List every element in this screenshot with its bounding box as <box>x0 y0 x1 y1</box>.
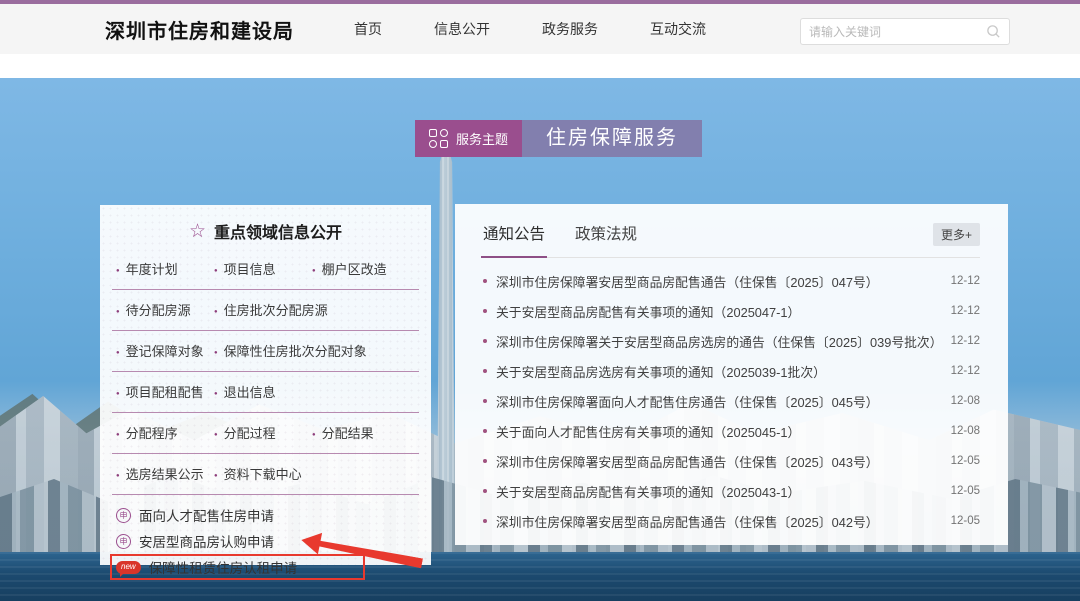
apply-link-talent-housing[interactable]: 申 面向人才配售住房申请 <box>112 502 278 528</box>
notice-row[interactable]: 深圳市住房保障署安居型商品房配售通告（住保售〔2025〕043号） 12-05 <box>483 446 980 476</box>
menu-item-link[interactable]: 分配过程 <box>214 423 302 442</box>
menu-row: 登记保障对象 保障性住房批次分配对象 <box>112 331 419 372</box>
notice-date: 12-05 <box>951 515 980 527</box>
search-input[interactable] <box>809 25 986 39</box>
nav-government-services[interactable]: 政务服务 <box>542 19 598 39</box>
apply-links: 申 面向人才配售住房申请 申 安居型商品房认购申请 new 保障性租赁住房认租申… <box>112 502 419 580</box>
notice-title[interactable]: 深圳市住房保障署安居型商品房配售通告（住保售〔2025〕043号） <box>496 452 941 471</box>
tab-bar: 通知公告 政策法规 更多+ <box>483 220 980 258</box>
menu-row: 选房结果公示 资料下载中心 <box>112 454 419 495</box>
menu-row: 待分配房源 住房批次分配房源 <box>112 290 419 331</box>
nav-interaction[interactable]: 互动交流 <box>650 19 706 39</box>
search-icon[interactable] <box>986 24 1001 39</box>
notice-row[interactable]: 深圳市住房保障署关于安居型商品房选房的通告（住保售〔2025〕039号批次） 1… <box>483 326 980 356</box>
notice-date: 12-12 <box>951 305 980 317</box>
top-nav: 首页 信息公开 政务服务 互动交流 <box>354 19 758 39</box>
service-theme-banner: 服务主题 住房保障服务 <box>415 120 702 157</box>
more-button[interactable]: 更多+ <box>933 223 980 246</box>
notice-row[interactable]: 关于安居型商品房配售有关事项的通知（2025043-1） 12-05 <box>483 476 980 506</box>
notice-row[interactable]: 关于安居型商品房配售有关事项的通知（2025047-1） 12-12 <box>483 296 980 326</box>
apply-link-anju-housing[interactable]: 申 安居型商品房认购申请 <box>112 528 278 554</box>
menu-item-link[interactable]: 年度计划 <box>116 259 204 278</box>
grid-icon <box>429 129 448 148</box>
menu-item-link[interactable]: 项目配租配售 <box>116 382 204 401</box>
notice-title[interactable]: 深圳市住房保障署安居型商品房配售通告（住保售〔2025〕042号） <box>496 512 941 531</box>
menu-item-link[interactable]: 登记保障对象 <box>116 341 204 360</box>
apply-link-rental-housing[interactable]: new 保障性租赁住房认租申请 <box>110 554 365 580</box>
bullet-dot-icon <box>483 309 487 313</box>
notice-date: 12-12 <box>951 275 980 287</box>
panel-heading-text: 重点领域信息公开 <box>214 219 342 243</box>
bullet-dot-icon <box>483 459 487 463</box>
bullet-dot-icon <box>483 399 487 403</box>
notice-title[interactable]: 深圳市住房保障署面向人才配售住房通告（住保售〔2025〕045号） <box>496 392 941 411</box>
tab-notices[interactable]: 通知公告 <box>483 220 545 258</box>
key-info-panel: ☆ 重点领域信息公开 年度计划 项目信息 棚户区改造 待分配房源 <box>100 205 431 565</box>
notice-title[interactable]: 深圳市住房保障署关于安居型商品房选房的通告（住保售〔2025〕039号批次） <box>496 332 941 351</box>
page: 深圳市住房和建设局 首页 信息公开 政务服务 互动交流 服务主题 <box>0 0 1080 601</box>
notice-row[interactable]: 关于安居型商品房选房有关事项的通知（2025039-1批次） 12-12 <box>483 356 980 386</box>
service-theme-label: 服务主题 <box>456 129 508 148</box>
menu-row: 分配程序 分配过程 分配结果 <box>112 413 419 454</box>
notice-date: 12-05 <box>951 485 980 497</box>
notice-list: 深圳市住房保障署安居型商品房配售通告（住保售〔2025〕047号） 12-12 … <box>483 258 980 536</box>
panel-heading: ☆ 重点领域信息公开 <box>112 219 419 243</box>
menu-row: 项目配租配售 退出信息 <box>112 372 419 413</box>
notice-date: 12-08 <box>951 395 980 407</box>
menu-item-link[interactable]: 棚户区改造 <box>312 259 400 278</box>
bullet-dot-icon <box>483 429 487 433</box>
nav-info-disclosure[interactable]: 信息公开 <box>434 19 490 39</box>
bullet-dot-icon <box>483 519 487 523</box>
notice-row[interactable]: 深圳市住房保障署面向人才配售住房通告（住保售〔2025〕045号） 12-08 <box>483 386 980 416</box>
notice-title[interactable]: 关于安居型商品房配售有关事项的通知（2025043-1） <box>496 482 941 501</box>
menu-row: 年度计划 项目信息 棚户区改造 <box>112 249 419 290</box>
site-title: 深圳市住房和建设局 <box>105 15 294 44</box>
menu-item-link[interactable]: 分配程序 <box>116 423 204 442</box>
notice-date: 12-08 <box>951 425 980 437</box>
notice-row[interactable]: 关于面向人才配售住房有关事项的通知（2025045-1） 12-08 <box>483 416 980 446</box>
star-icon: ☆ <box>189 222 206 241</box>
notice-title[interactable]: 关于安居型商品房选房有关事项的通知（2025039-1批次） <box>496 362 941 381</box>
menu-item-link[interactable]: 住房批次分配房源 <box>214 300 328 319</box>
bullet-dot-icon <box>483 339 487 343</box>
bullet-dot-icon <box>483 489 487 493</box>
new-badge: new <box>116 561 141 574</box>
notice-title[interactable]: 关于面向人才配售住房有关事项的通知（2025045-1） <box>496 422 941 441</box>
notice-title[interactable]: 深圳市住房保障署安居型商品房配售通告（住保售〔2025〕047号） <box>496 272 941 291</box>
nav-home[interactable]: 首页 <box>354 19 382 39</box>
service-theme-badge: 服务主题 <box>415 120 522 157</box>
menu-rows: 年度计划 项目信息 棚户区改造 待分配房源 住房批次分配房源 <box>112 249 419 495</box>
notices-panel: 通知公告 政策法规 更多+ 深圳市住房保障署安居型商品房配售通告（住保售〔202… <box>455 204 1008 545</box>
apply-icon: 申 <box>116 508 131 523</box>
tab-policies[interactable]: 政策法规 <box>575 220 637 258</box>
notice-row[interactable]: 深圳市住房保障署安居型商品房配售通告（住保售〔2025〕047号） 12-12 <box>483 266 980 296</box>
notice-date: 12-05 <box>951 455 980 467</box>
page-title: 住房保障服务 <box>522 120 702 157</box>
notice-date: 12-12 <box>951 335 980 347</box>
notice-row[interactable]: 深圳市住房保障署安居型商品房配售通告（住保售〔2025〕042号） 12-05 <box>483 506 980 536</box>
bullet-dot-icon <box>483 369 487 373</box>
menu-item-link[interactable]: 资料下载中心 <box>214 464 302 483</box>
site-header: 深圳市住房和建设局 首页 信息公开 政务服务 互动交流 <box>0 0 1080 54</box>
search-box[interactable] <box>800 18 1010 45</box>
menu-item-link[interactable]: 分配结果 <box>312 423 400 442</box>
notice-date: 12-12 <box>951 365 980 377</box>
menu-item-link[interactable]: 项目信息 <box>214 259 302 278</box>
menu-item-link[interactable]: 待分配房源 <box>116 300 204 319</box>
menu-item-link[interactable]: 保障性住房批次分配对象 <box>214 341 367 360</box>
menu-item-link[interactable]: 选房结果公示 <box>116 464 204 483</box>
notice-title[interactable]: 关于安居型商品房配售有关事项的通知（2025047-1） <box>496 302 941 321</box>
apply-icon: 申 <box>116 534 131 549</box>
bullet-dot-icon <box>483 279 487 283</box>
menu-item-link[interactable]: 退出信息 <box>214 382 302 401</box>
